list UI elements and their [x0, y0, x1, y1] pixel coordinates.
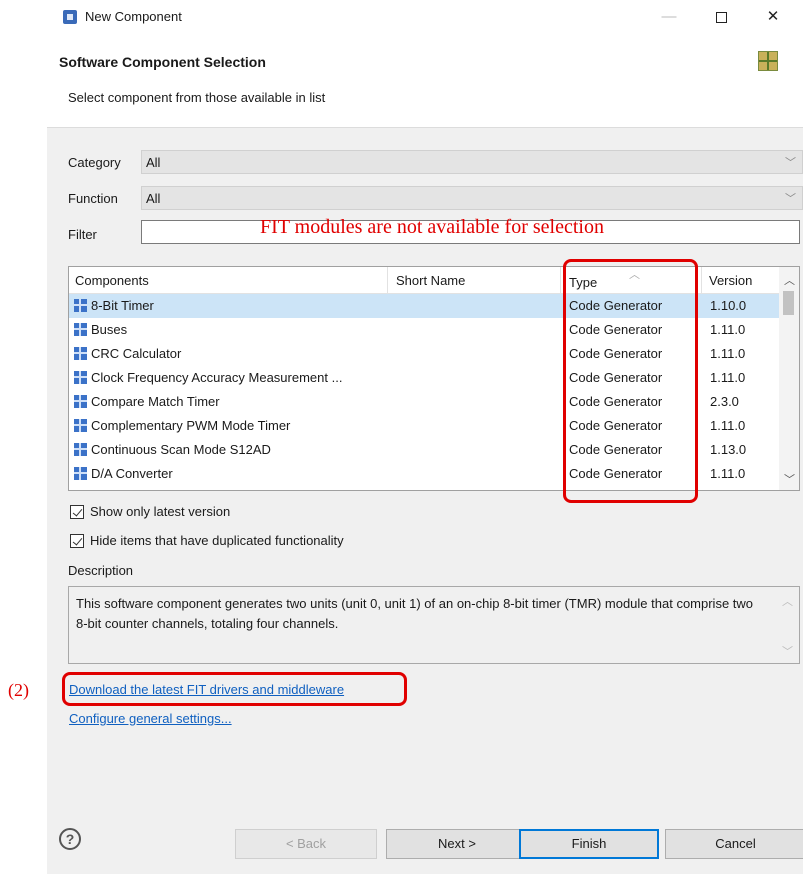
component-name: Clock Frequency Accuracy Measurement ...: [91, 370, 343, 385]
component-version: 1.11.0: [710, 370, 746, 385]
page-subtitle: Select component from those available in…: [68, 90, 326, 105]
column-components[interactable]: Components: [75, 273, 149, 288]
function-dropdown[interactable]: All ﹀: [141, 186, 803, 210]
scroll-up-icon[interactable]: ︿: [782, 593, 793, 609]
component-wizard-icon: [758, 51, 778, 71]
component-icon: [74, 299, 87, 312]
column-divider: [560, 267, 561, 294]
minimize-button[interactable]: —: [649, 4, 689, 30]
title-bar: New Component — ✕: [47, 0, 803, 36]
category-value: All: [146, 155, 161, 170]
component-icon: [74, 395, 87, 408]
component-icon: [74, 419, 87, 432]
close-button[interactable]: ✕: [753, 4, 793, 30]
cancel-button[interactable]: Cancel: [665, 829, 803, 859]
column-short-name[interactable]: Short Name: [396, 273, 465, 288]
column-version[interactable]: Version: [709, 273, 752, 288]
type-column-highlight: [563, 259, 698, 503]
maximize-button[interactable]: [701, 4, 741, 30]
component-name: D/A Converter: [91, 466, 173, 481]
show-latest-label: Show only latest version: [90, 504, 231, 519]
app-icon: [63, 10, 77, 24]
component-icon: [74, 467, 87, 480]
component-name: Complementary PWM Mode Timer: [91, 418, 291, 433]
window-title: New Component: [85, 9, 182, 24]
component-icon: [74, 323, 87, 336]
component-version: 1.11.0: [710, 466, 746, 481]
scroll-down-icon[interactable]: ﹀: [784, 471, 795, 487]
fit-unavailable-note: FIT modules are not available for select…: [260, 216, 604, 238]
maximize-icon: [715, 11, 727, 23]
hide-duplicates-label: Hide items that have duplicated function…: [90, 533, 344, 548]
component-version: 1.10.0: [710, 298, 747, 313]
component-icon: [74, 347, 87, 360]
component-version: 2.3.0: [710, 394, 739, 409]
component-icon: [74, 443, 87, 456]
component-name: CRC Calculator: [91, 346, 182, 361]
component-name: Continuous Scan Mode S12AD: [91, 442, 271, 457]
chevron-down-icon: ﹀: [785, 193, 796, 205]
component-name: Compare Match Timer: [91, 394, 220, 409]
component-version: 1.11.0: [710, 346, 746, 361]
table-scrollbar[interactable]: ︿ ﹀: [779, 267, 799, 490]
column-divider: [701, 267, 702, 294]
scroll-down-icon[interactable]: ﹀: [782, 643, 793, 659]
component-name: 8-Bit Timer: [91, 298, 154, 313]
scroll-up-icon[interactable]: ︿: [784, 272, 795, 288]
wizard-header: Software Component Selection Select comp…: [47, 36, 803, 128]
back-button[interactable]: < Back: [235, 829, 377, 859]
filter-label: Filter: [68, 227, 97, 242]
component-name: Buses: [91, 322, 128, 337]
function-value: All: [146, 191, 161, 206]
show-latest-checkbox[interactable]: [70, 505, 84, 519]
callout-marker: (2): [8, 680, 29, 700]
page-title: Software Component Selection: [59, 54, 266, 70]
scrollbar-thumb[interactable]: [783, 291, 794, 315]
category-dropdown[interactable]: All ﹀: [141, 150, 803, 174]
hide-duplicates-checkbox[interactable]: [70, 534, 84, 548]
finish-button[interactable]: Finish: [519, 829, 659, 859]
help-icon[interactable]: ?: [59, 828, 81, 850]
column-divider: [387, 267, 388, 294]
configure-settings-link[interactable]: Configure general settings...: [69, 711, 232, 726]
chevron-down-icon: ﹀: [785, 157, 796, 169]
component-version: 1.11.0: [710, 322, 746, 337]
description-text: This software component generates two un…: [76, 596, 754, 631]
function-label: Function: [68, 191, 118, 206]
description-box: This software component generates two un…: [68, 586, 800, 664]
description-label: Description: [68, 563, 134, 578]
component-version: 1.11.0: [710, 418, 746, 433]
component-version: 1.13.0: [710, 442, 747, 457]
download-link-highlight: [62, 672, 407, 706]
component-icon: [74, 371, 87, 384]
category-label: Category: [68, 155, 121, 170]
next-button[interactable]: Next >: [386, 829, 528, 859]
